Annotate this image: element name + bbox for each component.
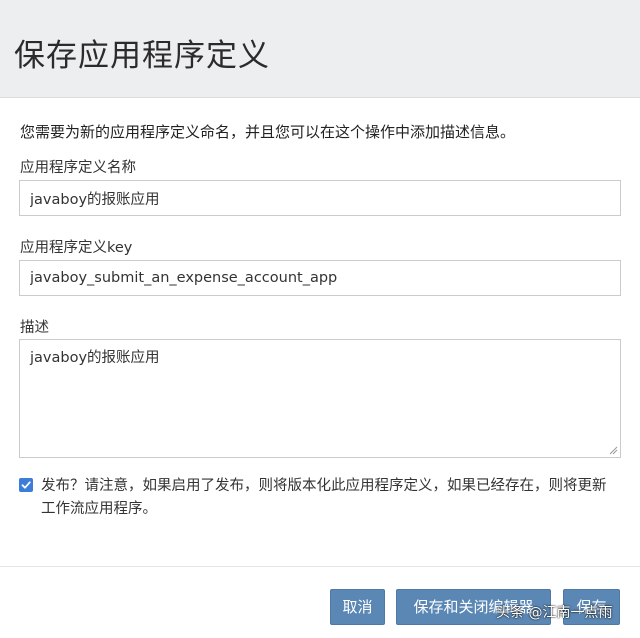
key-input[interactable] — [19, 260, 621, 296]
description-textarea[interactable]: javaboy的报账应用 — [19, 339, 621, 458]
description-label: 描述 — [20, 320, 49, 336]
checkmark-icon — [21, 481, 31, 489]
key-label: 应用程序定义key — [20, 240, 133, 256]
name-label: 应用程序定义名称 — [20, 160, 136, 176]
watermark: 头条 @江南一点雨 — [496, 605, 613, 621]
dialog-intro-text: 您需要为新的应用程序定义命名，并且您可以在这个操作中添加描述信息。 — [20, 123, 516, 141]
publish-label: 发布？请注意，如果启用了发布，则将版本化此应用程序定义，如果已经存在，则将更新工… — [41, 478, 607, 517]
name-input[interactable] — [19, 180, 621, 216]
cancel-button[interactable]: 取消 — [330, 589, 385, 625]
publish-checkbox[interactable] — [19, 478, 33, 492]
dialog-header: 保存应用程序定义 — [0, 0, 640, 98]
resize-grip-icon[interactable] — [608, 445, 618, 455]
dialog-title: 保存应用程序定义 — [14, 38, 270, 74]
